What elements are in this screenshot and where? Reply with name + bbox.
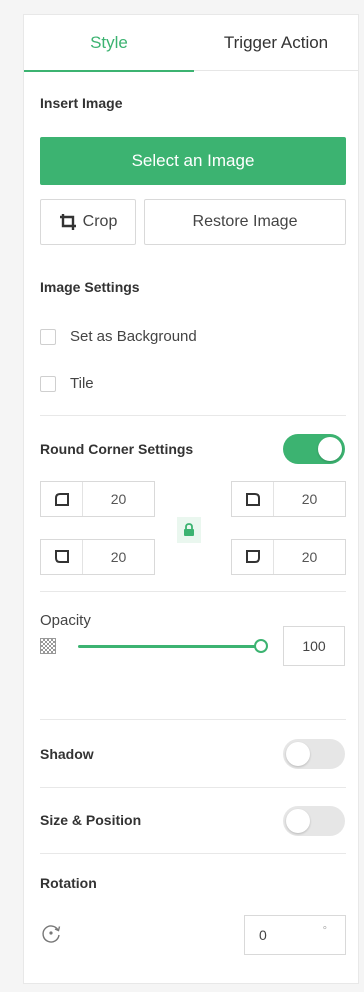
corner-bottom-left-value[interactable]: 20 [83, 540, 154, 574]
lock-icon [184, 523, 194, 536]
corner-top-left-value[interactable]: 20 [83, 482, 154, 516]
checkbox-box[interactable] [40, 375, 56, 392]
corner-top-right-field[interactable]: 20 [231, 481, 346, 517]
opacity-slider-thumb[interactable] [254, 639, 268, 653]
rotation-value[interactable]: 0 [259, 927, 267, 943]
divider [40, 415, 346, 416]
select-image-button[interactable]: Select an Image [40, 137, 346, 185]
transparency-icon [40, 638, 56, 654]
set-as-background-label: Set as Background [70, 328, 197, 345]
rotate-icon[interactable] [40, 922, 62, 944]
size-position-title: Size & Position [40, 812, 142, 828]
corner-top-right-value[interactable]: 20 [274, 482, 345, 516]
corner-top-left-icon [41, 482, 83, 516]
rotation-title: Rotation [40, 875, 97, 891]
opacity-slider-track[interactable] [78, 645, 256, 648]
size-position-toggle[interactable] [283, 806, 345, 836]
corner-bottom-left-icon [41, 540, 83, 574]
toggle-knob [318, 437, 342, 461]
opacity-title: Opacity [40, 612, 91, 629]
corner-bottom-right-icon [232, 540, 274, 574]
round-corner-title: Round Corner Settings [40, 441, 194, 457]
tile-checkbox[interactable]: Tile [40, 375, 94, 392]
divider [40, 591, 346, 592]
corner-top-left-field[interactable]: 20 [40, 481, 155, 517]
checkbox-box[interactable] [40, 328, 56, 345]
corner-bottom-right-value[interactable]: 20 [274, 540, 345, 574]
corner-bottom-left-field[interactable]: 20 [40, 539, 155, 575]
shadow-toggle[interactable] [283, 739, 345, 769]
divider [40, 853, 346, 854]
degree-unit: ° [322, 925, 327, 937]
rotation-input[interactable]: 0 ° [244, 915, 346, 955]
tile-label: Tile [70, 375, 94, 392]
restore-image-button[interactable]: Restore Image [144, 199, 346, 245]
corner-bottom-right-field[interactable]: 20 [231, 539, 346, 575]
lock-ratio-button[interactable] [177, 517, 201, 543]
tab-style[interactable]: Style [24, 15, 194, 72]
crop-label: Crop [82, 213, 118, 230]
round-corner-toggle[interactable] [283, 434, 345, 464]
tab-bar: Style Trigger Action [24, 15, 358, 72]
properties-panel: Style Trigger Action Insert Image Select… [23, 14, 359, 984]
divider [40, 787, 346, 788]
divider [40, 719, 346, 720]
shadow-title: Shadow [40, 746, 94, 762]
insert-image-title: Insert Image [40, 95, 123, 111]
toggle-knob [286, 809, 310, 833]
crop-icon [59, 214, 76, 230]
tab-trigger-action[interactable]: Trigger Action [194, 15, 358, 71]
corner-top-right-icon [232, 482, 274, 516]
image-settings-title: Image Settings [40, 279, 140, 295]
set-as-background-checkbox[interactable]: Set as Background [40, 328, 197, 345]
toggle-knob [286, 742, 310, 766]
opacity-input[interactable]: 100 [283, 626, 345, 666]
crop-button[interactable]: Crop [40, 199, 136, 245]
